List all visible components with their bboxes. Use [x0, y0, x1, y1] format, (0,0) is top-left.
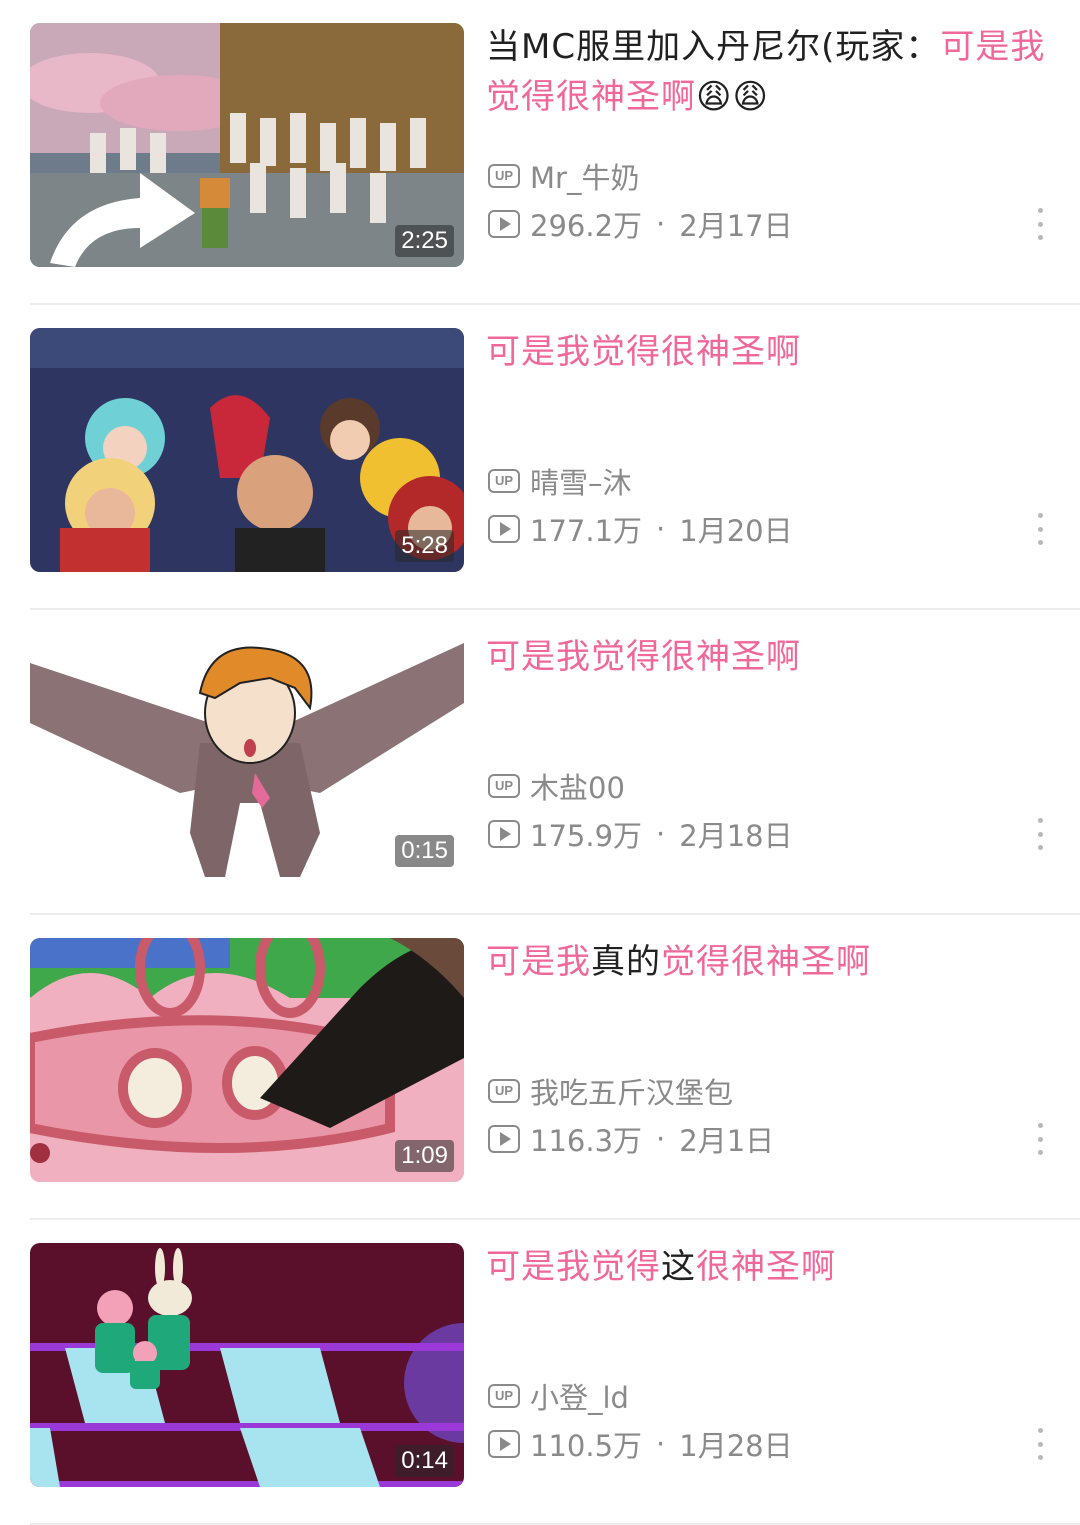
video-duration: 0:14	[395, 1445, 454, 1477]
up-icon: UP	[488, 1079, 520, 1103]
separator-dot: ·	[656, 512, 666, 546]
up-icon: UP	[488, 1384, 520, 1408]
author-row[interactable]: UP 木盐00	[488, 766, 625, 806]
stats-row: 296.2万 · 2月17日	[488, 204, 793, 244]
stats-row: 175.9万 · 2月18日	[488, 814, 793, 854]
video-duration: 5:28	[395, 530, 454, 562]
publish-date: 2月18日	[679, 819, 793, 853]
play-count-icon	[488, 820, 520, 848]
up-icon: UP	[488, 469, 520, 493]
play-count-icon	[488, 210, 520, 238]
more-options-icon[interactable]	[1036, 208, 1044, 240]
more-options-icon[interactable]	[1036, 1123, 1044, 1155]
video-title[interactable]: 可是我真的觉得很神圣啊	[486, 937, 1058, 987]
stats-row: 177.1万 · 1月20日	[488, 509, 793, 549]
author-row[interactable]: UP 小登_ld	[488, 1376, 629, 1416]
video-duration: 1:09	[395, 1140, 454, 1172]
title-highlight-text: 觉得很神圣啊	[661, 942, 871, 982]
video-thumbnail[interactable]: 0:15	[30, 633, 464, 877]
author-name: Mr_牛奶	[530, 161, 640, 195]
view-count: 110.5万	[530, 1429, 643, 1463]
video-title[interactable]: 可是我觉得这很神圣啊	[486, 1242, 1058, 1292]
publish-date: 2月1日	[679, 1124, 775, 1158]
more-options-icon[interactable]	[1036, 1428, 1044, 1460]
view-count: 296.2万	[530, 209, 643, 243]
video-card[interactable]: 0:14 可是我觉得这很神圣啊 UP 小登_ld 110.5万 · 1月28日	[0, 1220, 1080, 1525]
view-count: 177.1万	[530, 514, 643, 548]
stats-row: 116.3万 · 2月1日	[488, 1119, 774, 1159]
title-highlight-text: 很神圣啊	[696, 1247, 836, 1287]
play-count-icon	[488, 1125, 520, 1153]
author-row[interactable]: UP 晴雪–沐	[488, 461, 632, 501]
title-text: 真的	[591, 942, 661, 982]
title-highlight-text: 可是我觉得	[486, 1247, 661, 1287]
separator-dot: ·	[656, 207, 666, 241]
author-row[interactable]: UP Mr_牛奶	[488, 156, 639, 196]
author-name: 木盐00	[530, 771, 625, 805]
video-card[interactable]: 1:09 可是我真的觉得很神圣啊 UP 我吃五斤汉堡包 116.3万 · 2月1…	[0, 915, 1080, 1220]
author-name: 晴雪–沐	[530, 466, 632, 500]
author-row[interactable]: UP 我吃五斤汉堡包	[488, 1071, 733, 1111]
play-count-icon	[488, 1430, 520, 1458]
title-text: 当MC服里加入丹尼尔(玩家：	[486, 27, 941, 67]
up-icon: UP	[488, 164, 520, 188]
separator-dot: ·	[656, 817, 666, 851]
play-count-icon	[488, 515, 520, 543]
view-count: 116.3万	[530, 1124, 643, 1158]
video-title[interactable]: 当MC服里加入丹尼尔(玩家：可是我觉得很神圣啊😩😩	[486, 22, 1058, 122]
video-duration: 0:15	[395, 835, 454, 867]
video-thumbnail[interactable]: 0:14	[30, 1243, 464, 1487]
separator-dot: ·	[656, 1122, 666, 1156]
more-options-icon[interactable]	[1036, 513, 1044, 545]
video-duration: 2:25	[395, 225, 454, 257]
video-thumbnail[interactable]: 1:09	[30, 938, 464, 1182]
title-highlight-text: 可是我觉得很神圣啊	[486, 332, 801, 372]
title-highlight-text: 可是我	[486, 942, 591, 982]
video-title[interactable]: 可是我觉得很神圣啊	[486, 632, 1058, 682]
author-name: 小登_ld	[530, 1381, 629, 1415]
publish-date: 1月28日	[679, 1429, 793, 1463]
author-name: 我吃五斤汉堡包	[530, 1076, 734, 1110]
separator-dot: ·	[656, 1427, 666, 1461]
title-highlight-text: 可是我觉得很神圣啊	[486, 637, 801, 677]
video-thumbnail[interactable]: 2:25	[30, 23, 464, 267]
publish-date: 2月17日	[679, 209, 793, 243]
title-text: 这	[661, 1247, 696, 1287]
video-card[interactable]: 2:25 当MC服里加入丹尼尔(玩家：可是我觉得很神圣啊😩😩 UP Mr_牛奶 …	[0, 0, 1080, 305]
publish-date: 1月20日	[679, 514, 793, 548]
video-thumbnail[interactable]: 5:28	[30, 328, 464, 572]
up-icon: UP	[488, 774, 520, 798]
title-text: 😩😩	[696, 77, 769, 117]
video-card[interactable]: 5:28 可是我觉得很神圣啊 UP 晴雪–沐 177.1万 · 1月20日	[0, 305, 1080, 610]
video-title[interactable]: 可是我觉得很神圣啊	[486, 327, 1058, 377]
stats-row: 110.5万 · 1月28日	[488, 1424, 793, 1464]
video-card[interactable]: 0:15 可是我觉得很神圣啊 UP 木盐00 175.9万 · 2月18日	[0, 610, 1080, 915]
video-list: 2:25 当MC服里加入丹尼尔(玩家：可是我觉得很神圣啊😩😩 UP Mr_牛奶 …	[0, 0, 1080, 1525]
view-count: 175.9万	[530, 819, 643, 853]
more-options-icon[interactable]	[1036, 818, 1044, 850]
